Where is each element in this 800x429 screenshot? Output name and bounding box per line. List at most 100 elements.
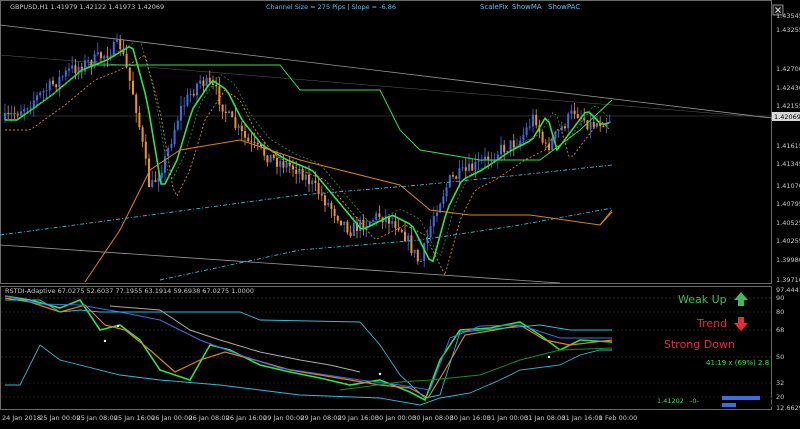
candle-body — [372, 220, 374, 222]
candle-body — [320, 194, 323, 196]
candle-body — [228, 111, 230, 114]
scalefix-button[interactable]: ScaleFix — [480, 3, 508, 11]
candle-body — [484, 156, 486, 160]
candle-body — [464, 167, 467, 171]
candle-body — [436, 212, 438, 216]
candle-body — [455, 176, 458, 179]
candle-body — [64, 70, 67, 77]
candle-body — [500, 144, 502, 155]
showma-button[interactable]: ShowMA — [512, 3, 542, 11]
candle-body — [240, 125, 243, 132]
candle-body — [61, 76, 64, 78]
trend-badge: Trend — [696, 317, 748, 331]
current-price-badge: 1.42069 — [772, 112, 800, 121]
price-axis-label: 1.39710 — [776, 276, 800, 284]
candle-body — [413, 249, 416, 253]
price-axis-label: 1.41345 — [776, 160, 800, 168]
candle-body — [458, 168, 461, 179]
candle-body — [208, 77, 211, 83]
candle-body — [128, 67, 131, 81]
price-axis: 1.43545 1.43255 1.42700 1.42430 1.42155 1.416… — [776, 12, 800, 284]
chart-canvas[interactable]: GBPUSD,H1 1.41979 1.42122 1.41973 1.4206… — [0, 0, 800, 425]
time-axis-label: 26 Jan 00:00 — [151, 414, 192, 422]
candle-body — [340, 220, 342, 226]
price-plot — [0, 24, 773, 284]
symbol-info: GBPUSD,H1 1.41979 1.42122 1.41973 1.4206… — [10, 3, 164, 11]
candle-body — [192, 94, 195, 96]
price-axis-label: 1.40795 — [776, 200, 800, 208]
candle-body — [173, 129, 176, 145]
candle-body — [100, 52, 102, 59]
time-axis: 24 Jan 201825 Jan 00:0025 Jan 08:0025 Ja… — [2, 414, 637, 422]
rsi-gray-line — [109, 305, 361, 373]
candle-body — [576, 114, 579, 118]
time-axis-label: 25 Jan 08:00 — [77, 414, 118, 422]
candle-body — [266, 155, 269, 163]
candle-body — [416, 249, 419, 262]
candle-body — [205, 77, 208, 86]
candle-body — [132, 80, 134, 95]
candle-body — [333, 208, 336, 217]
candle-body — [52, 80, 54, 85]
time-axis-label: 30 Jan 00:00 — [375, 414, 416, 422]
time-axis-label: 29 Jan 00:00 — [263, 414, 304, 422]
candle-body — [432, 215, 435, 227]
candle-body — [215, 84, 218, 87]
indicator-plot — [1, 295, 771, 406]
candle-body — [445, 187, 448, 197]
gbp-strength-bar — [722, 396, 760, 400]
candle-body — [570, 110, 573, 114]
candle-body — [330, 202, 333, 209]
candle-body — [448, 175, 451, 188]
candle-body — [202, 80, 205, 86]
usd-value: 2.5 — [762, 401, 772, 409]
candle-body — [176, 120, 179, 130]
time-axis-label: 31 Jan 16:00 — [562, 414, 603, 422]
weak-up-badge: Weak Up — [678, 292, 748, 306]
candle-body — [58, 76, 61, 88]
candle-body — [541, 131, 544, 143]
candle-body — [55, 84, 58, 88]
candle-body — [295, 169, 298, 174]
price-axis-label: 1.41615 — [776, 142, 800, 150]
candle-body — [116, 39, 118, 42]
candle-body — [96, 52, 99, 55]
signal-dot — [378, 372, 382, 376]
candle-body — [404, 231, 406, 242]
candle-body — [23, 108, 26, 112]
showpac-button[interactable]: ShowPAC — [548, 3, 580, 11]
ma-fast-line — [5, 45, 610, 263]
indicator-axis-label: 50 — [776, 353, 784, 361]
chart-window[interactable]: GBPUSD,H1 1.41979 1.42122 1.41973 1.4206… — [0, 0, 800, 425]
candle-body — [154, 180, 157, 182]
candle-body — [452, 175, 454, 177]
candle-body — [157, 178, 160, 182]
candle-body — [36, 95, 38, 101]
candle-body — [71, 65, 74, 69]
candle-body — [564, 126, 566, 129]
candle-body — [183, 105, 186, 107]
price-axis-label: 1.42155 — [776, 102, 800, 110]
indicator-axis: 97.444190 80 68 50 32 20 12.6629 — [776, 286, 800, 412]
time-axis-label: 30 Jan 08:00 — [412, 414, 453, 422]
usd-strength-bar — [722, 403, 736, 407]
candle-body — [442, 196, 445, 204]
price-axis-label: 1.40255 — [776, 237, 800, 245]
separator-glyph: -0- — [690, 397, 699, 405]
candle-body — [468, 163, 470, 171]
candle-body — [135, 94, 138, 113]
signal-dot — [116, 324, 120, 328]
candle-body — [292, 165, 294, 170]
price-axis-label: 1.40525 — [776, 219, 800, 227]
time-axis-label: 31 Jan 00:00 — [487, 414, 528, 422]
trend-label: Trend — [696, 317, 727, 330]
candle-body — [544, 142, 547, 144]
price-axis-label: 1.41070 — [776, 182, 800, 190]
candle-body — [548, 143, 550, 150]
candle-body — [304, 174, 307, 180]
candle-body — [29, 107, 32, 109]
candle-body — [170, 144, 173, 148]
channel-lower-line — [0, 244, 561, 284]
indicator-upper-envelope — [5, 299, 612, 399]
channel-info: Channel Size = 275 Pips | Slope = -6.86 — [266, 3, 396, 11]
